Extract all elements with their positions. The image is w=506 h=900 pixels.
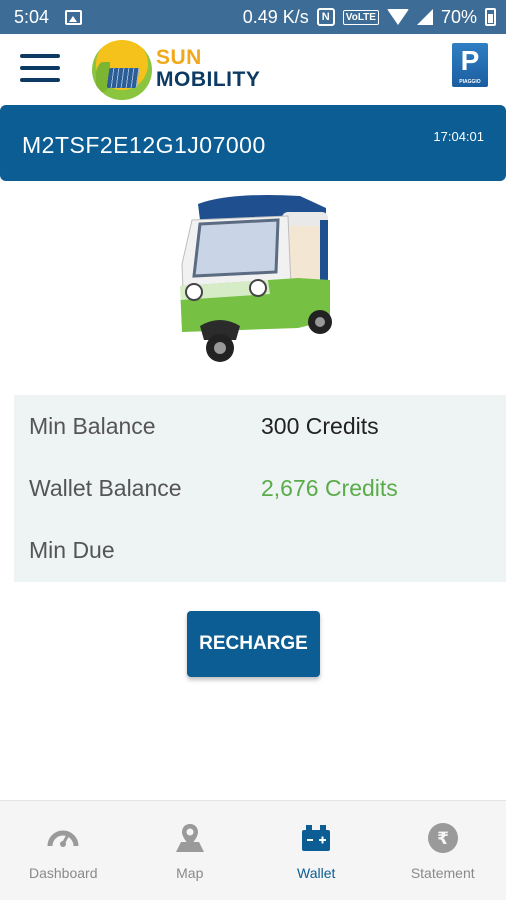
volte-icon: VoLTE — [342, 9, 379, 25]
hamburger-menu-icon[interactable] — [20, 54, 60, 82]
map-pin-icon — [175, 824, 204, 852]
min-balance-value: 300 Credits — [261, 413, 379, 439]
nav-label-statement: Statement — [410, 865, 475, 881]
bottom-nav: Dashboard Map Wallet ₹ Statement — [0, 800, 506, 900]
nav-item-wallet[interactable]: Wallet — [253, 801, 380, 900]
recharge-button[interactable]: RECHARGE — [187, 611, 320, 677]
app-header: SUN MOBILITY P PIAGGIO — [0, 34, 506, 106]
network-speed: 0.49 K/s — [242, 6, 309, 27]
rupee-icon: ₹ — [427, 823, 458, 853]
speedometer-icon — [47, 830, 79, 847]
status-bar: 5:04 0.49 K/s N VoLTE 70% — [0, 0, 506, 34]
nav-label-dashboard: Dashboard — [29, 865, 98, 881]
partner-letter: P — [460, 45, 480, 76]
wallet-screen: 5:04 0.49 K/s N VoLTE 70% SUN MOBILITY P… — [0, 0, 506, 900]
vehicle-banner: M2TSF2E12G1J07000 17:04:01 — [0, 105, 506, 181]
brand-mobility: MOBILITY — [156, 68, 261, 91]
vehicle-id: M2TSF2E12G1J07000 — [22, 132, 266, 158]
brand-name: SUN MOBILITY — [156, 47, 260, 91]
wallet-balance-value: 2,676 Credits — [261, 475, 398, 501]
electric-auto-rickshaw-image — [180, 195, 332, 362]
wifi-icon — [386, 9, 409, 25]
min-balance-label: Min Balance — [29, 413, 156, 439]
min-due-row: Min Due — [29, 537, 489, 567]
battery-icon — [485, 8, 496, 26]
min-due-label: Min Due — [29, 537, 115, 563]
svg-text:₹: ₹ — [437, 829, 449, 849]
status-indicators: 0.49 K/s N VoLTE 70% — [243, 7, 496, 28]
nav-label-wallet: Wallet — [297, 865, 336, 881]
nfc-icon: N — [316, 8, 335, 26]
nav-item-dashboard[interactable]: Dashboard — [0, 801, 127, 900]
wallet-balance-row: Wallet Balance 2,676 Credits — [29, 475, 489, 505]
status-time: 5:04 — [14, 6, 50, 27]
vehicle-time: 17:04:01 — [433, 129, 484, 144]
brand-sun: SUN — [156, 46, 202, 69]
wallet-icon — [302, 825, 331, 851]
balance-card: Min Balance 300 Credits Wallet Balance 2… — [14, 395, 506, 582]
nav-item-statement[interactable]: ₹ Statement — [380, 801, 506, 900]
battery-percent: 70% — [440, 6, 477, 27]
nav-label-map: Map — [176, 865, 204, 881]
signal-icon — [416, 9, 433, 25]
piaggio-logo-icon: P PIAGGIO — [452, 43, 488, 87]
min-balance-row: Min Balance 300 Credits — [29, 413, 489, 443]
sun-mobility-logo-icon — [92, 40, 152, 100]
partner-caption: PIAGGIO — [459, 79, 481, 85]
wallet-balance-label: Wallet Balance — [29, 475, 182, 501]
nav-item-map[interactable]: Map — [127, 801, 254, 900]
gallery-icon — [65, 9, 83, 25]
